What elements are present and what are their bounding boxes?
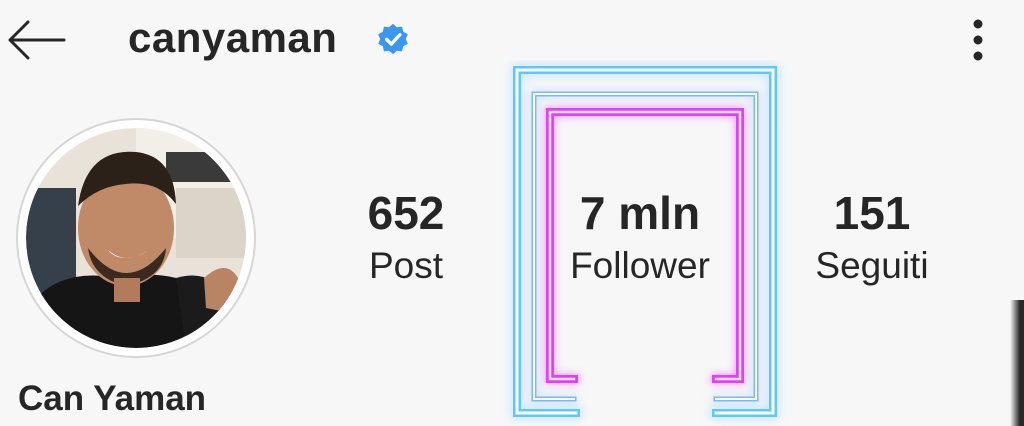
- posts-count: 652: [367, 187, 445, 239]
- profile-username: canyaman: [128, 14, 338, 61]
- vertical-dots-icon: [973, 19, 983, 61]
- posts-stat[interactable]: 652 Post: [296, 186, 516, 288]
- followers-stat[interactable]: 7 mln Follower: [530, 186, 750, 288]
- followers-label: Follower: [570, 245, 710, 286]
- following-count: 151: [833, 187, 911, 239]
- arrow-left-icon: [8, 20, 66, 60]
- following-stat[interactable]: 151 Seguiti: [762, 186, 982, 288]
- profile-header: canyaman: [0, 0, 1024, 80]
- followers-count: 7 mln: [579, 187, 701, 239]
- posts-label: Post: [368, 245, 444, 286]
- edge-shadow: [1010, 300, 1024, 426]
- verified-badge-icon: [378, 23, 408, 55]
- following-label: Seguiti: [815, 245, 929, 286]
- more-options-button[interactable]: [956, 10, 1000, 70]
- back-button[interactable]: [0, 12, 72, 68]
- avatar-photo: [26, 128, 246, 348]
- profile-display-name: Can Yaman: [18, 379, 207, 418]
- profile-avatar[interactable]: [18, 120, 254, 356]
